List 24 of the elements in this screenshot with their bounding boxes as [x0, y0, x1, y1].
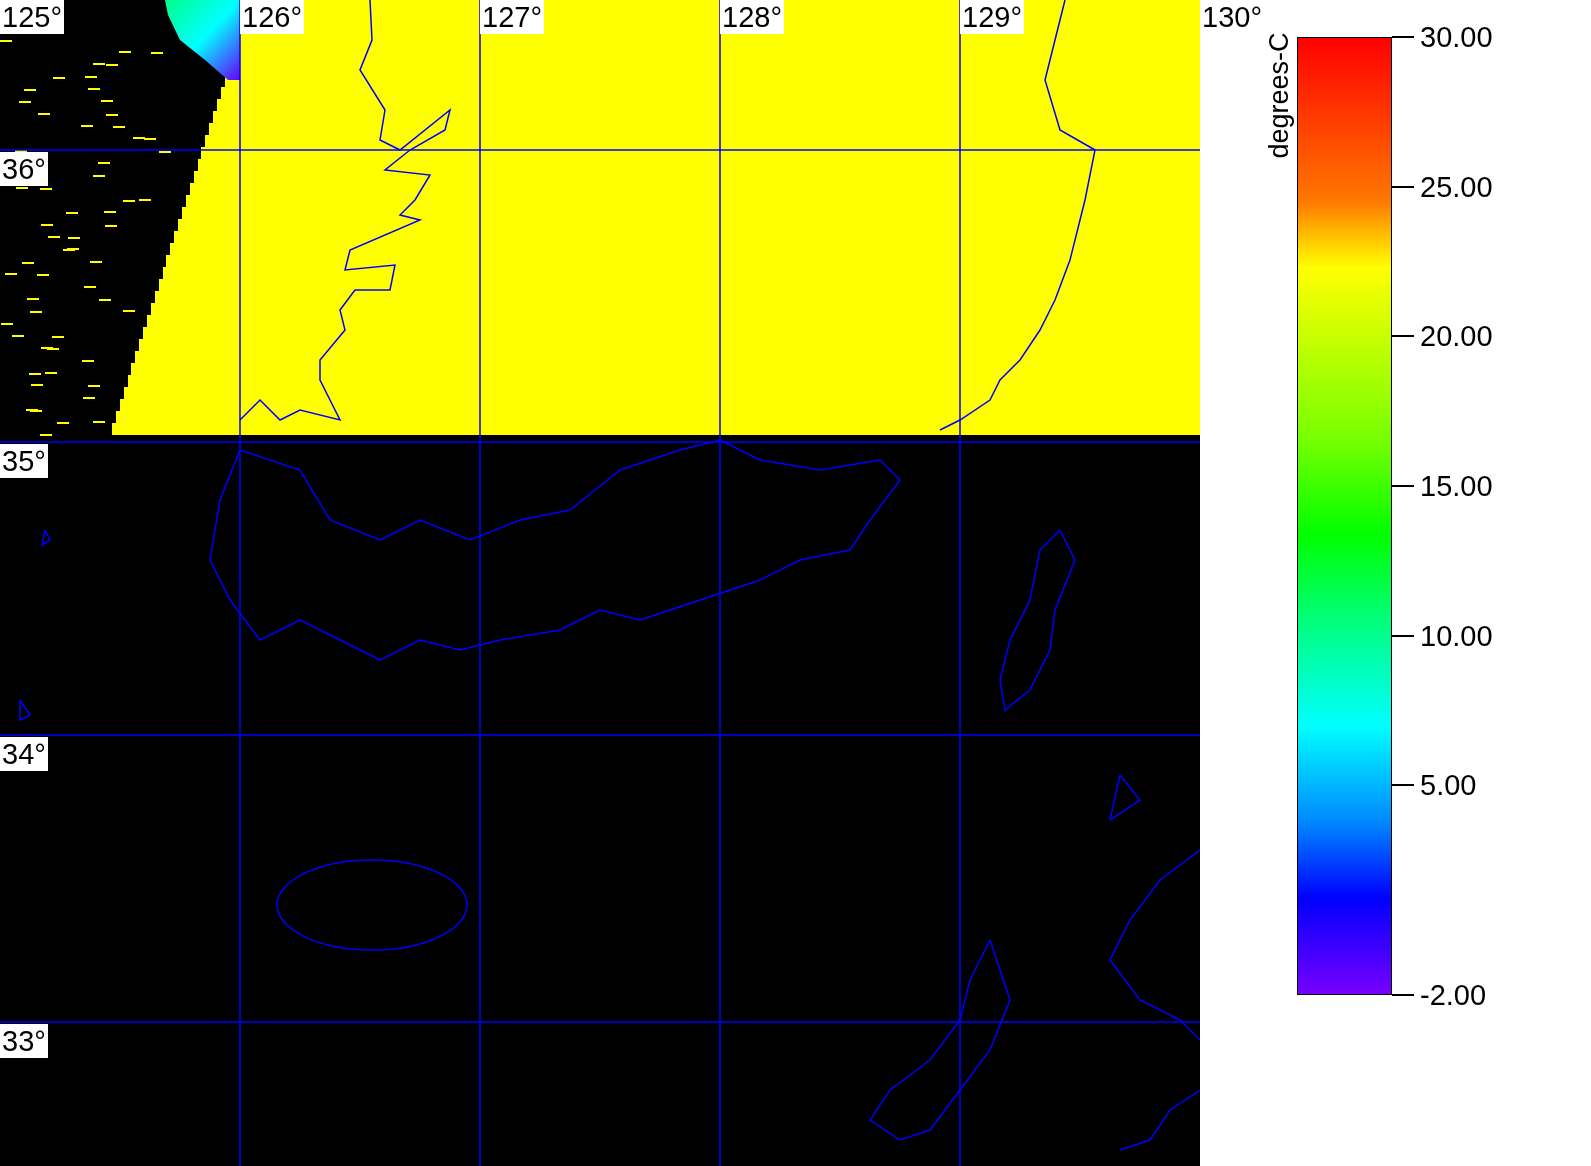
tick-label: 10.00	[1420, 619, 1493, 652]
longitude-label: 127°	[480, 0, 544, 34]
tick-mark	[1392, 36, 1414, 38]
latitude-label: 36°	[0, 152, 48, 186]
tick-label: 20.00	[1420, 320, 1493, 353]
longitude-label: 126°	[240, 0, 304, 34]
tick-mark	[1392, 335, 1414, 338]
latitude-label: 33°	[0, 1024, 48, 1058]
tick-label: 30.00	[1420, 21, 1493, 53]
latitude-label: 34°	[0, 737, 48, 771]
unit-label: degrees-C	[1263, 32, 1295, 159]
longitude-label: 129°	[960, 0, 1024, 34]
tick-mark	[1392, 185, 1414, 188]
longitude-label: 125°	[0, 0, 64, 34]
tick-label: 15.00	[1420, 470, 1493, 503]
tick-label: 25.00	[1420, 170, 1493, 203]
tick-label: -2.00	[1420, 979, 1487, 1011]
tick-mark	[1392, 485, 1414, 488]
longitude-label: 128°	[720, 0, 784, 34]
tick-mark	[1392, 634, 1414, 637]
tick-mark	[1392, 784, 1414, 787]
tick-mark	[1392, 994, 1414, 996]
latitude-label: 35°	[0, 444, 48, 478]
tick-label: 5.00	[1420, 769, 1477, 802]
